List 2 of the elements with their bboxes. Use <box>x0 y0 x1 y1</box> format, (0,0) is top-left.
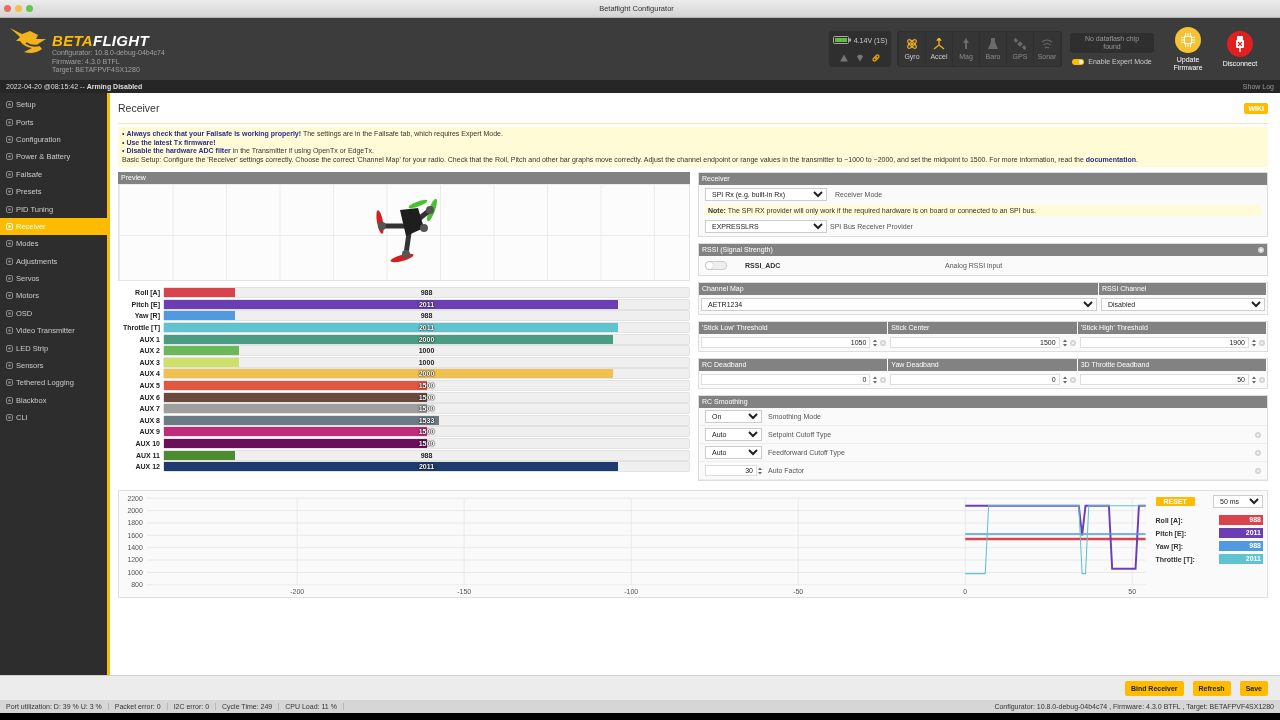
logo-wordmark: BETAFLIGHT <box>52 33 151 50</box>
page-title: Receiver <box>118 102 160 114</box>
